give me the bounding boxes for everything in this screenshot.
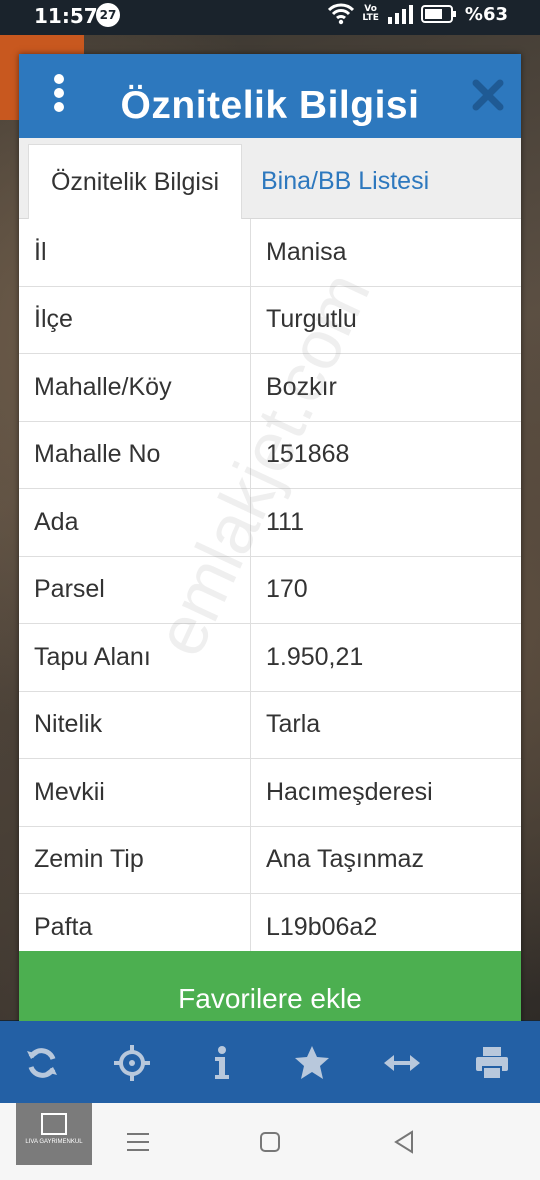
attribute-key: Mahalle No [19, 421, 251, 488]
attribute-value: L19b06a2 [266, 912, 378, 941]
home-icon[interactable] [256, 1128, 284, 1156]
status-indicators: Vo LTE %63 [328, 3, 508, 25]
attribute-key: Nitelik [19, 691, 251, 758]
attribute-value: 170 [266, 575, 308, 604]
info-icon[interactable] [204, 1045, 240, 1081]
attribute-key: İlçe [19, 286, 251, 353]
attribute-key: Mahalle/Köy [19, 354, 251, 421]
wifi-icon [328, 3, 355, 25]
attribute-value: Manisa [266, 237, 347, 266]
attribute-value: 1.950,21 [266, 642, 364, 671]
dialog-header: Öznitelik Bilgisi [19, 54, 521, 138]
table-row: Pafta L19b06a2 [19, 894, 521, 951]
agency-logo-text: LIVA GAYRIMENKUL [25, 1139, 83, 1145]
agency-logo: LIVA GAYRIMENKUL [16, 1103, 92, 1165]
attribute-value: Turgutlu [266, 305, 357, 334]
table-row: İlçe Turgutlu [19, 286, 521, 354]
attribute-value: Bozkır [266, 372, 337, 401]
attribute-value: Tarla [266, 710, 321, 739]
attribute-key: Pafta [19, 894, 251, 951]
star-icon[interactable] [294, 1045, 330, 1081]
battery-icon [420, 5, 456, 23]
close-icon[interactable] [471, 78, 505, 112]
battery-percent: %63 [464, 3, 508, 25]
measure-icon[interactable] [384, 1045, 420, 1081]
attribute-info-dialog: Öznitelik Bilgisi Öznitelik Bilgisi Bina… [19, 54, 521, 1047]
table-row: Mahalle No 151868 [19, 421, 521, 489]
refresh-icon[interactable] [24, 1045, 60, 1081]
attribute-key: İl [19, 219, 251, 286]
status-time: 11:57 [34, 4, 98, 28]
tab-attribute-info[interactable]: Öznitelik Bilgisi [28, 144, 242, 219]
signal-icon [387, 5, 413, 24]
table-row: Parsel 170 [19, 556, 521, 624]
volte-icon: Vo LTE [362, 4, 379, 23]
attribute-value: 111 [266, 507, 305, 536]
recent-apps-icon[interactable] [124, 1128, 152, 1156]
attribute-table: İl Manisa İlçe Turgutlu Mahalle/Köy Bozk… [19, 219, 521, 951]
attribute-key: Parsel [19, 556, 251, 623]
print-icon[interactable] [474, 1045, 510, 1081]
locate-icon[interactable] [114, 1045, 150, 1081]
attribute-value: Hacımeşderesi [266, 777, 433, 806]
house-logo-icon [41, 1113, 67, 1135]
attribute-value: 151868 [266, 440, 350, 469]
attribute-key: Mevkii [19, 759, 251, 826]
table-row: Tapu Alanı 1.950,21 [19, 624, 521, 692]
table-row: Mevkii Hacımeşderesi [19, 759, 521, 827]
dialog-title: Öznitelik Bilgisi [120, 84, 420, 127]
attribute-value: Ana Taşınmaz [266, 845, 424, 874]
notification-badge: 27 [96, 3, 120, 27]
status-bar: 11:57 27 Vo LTE %63 [0, 0, 540, 35]
attribute-key: Ada [19, 489, 251, 556]
attribute-key: Zemin Tip [19, 826, 251, 893]
map-toolbar [0, 1021, 540, 1103]
tab-building-list[interactable]: Bina/BB Listesi [261, 144, 429, 218]
table-row: İl Manisa [19, 219, 521, 287]
table-row: Zemin Tip Ana Taşınmaz [19, 826, 521, 894]
table-row: Nitelik Tarla [19, 691, 521, 759]
back-icon[interactable] [390, 1128, 418, 1156]
android-nav-bar: LIVA GAYRIMENKUL [0, 1103, 540, 1180]
attribute-key: Tapu Alanı [19, 624, 251, 691]
table-row: Ada 111 [19, 489, 521, 557]
table-row: Mahalle/Köy Bozkır [19, 354, 521, 422]
tab-bar: Öznitelik Bilgisi Bina/BB Listesi [19, 138, 521, 219]
